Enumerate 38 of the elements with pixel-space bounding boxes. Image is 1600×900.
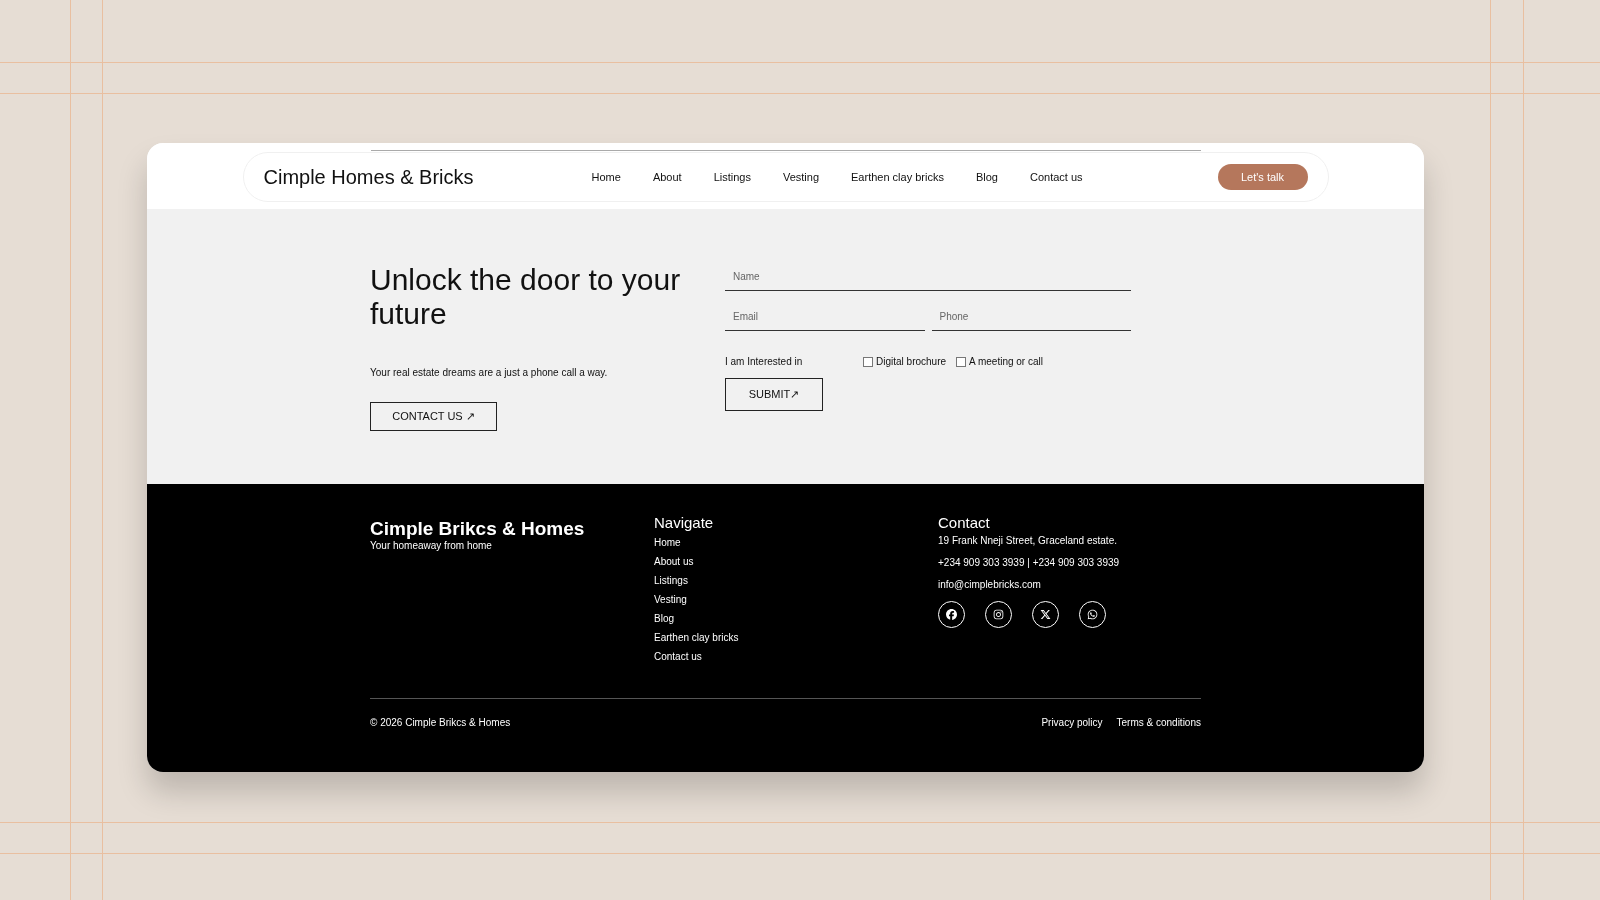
- hero-subtitle: Your real estate dreams are a just a phone call a way.: [370, 367, 609, 378]
- nav-link[interactable]: Listings: [713, 171, 751, 183]
- interest-label: I am Interested in: [725, 356, 804, 367]
- email-field[interactable]: Email: [725, 303, 925, 331]
- nav-link[interactable]: Home: [591, 171, 621, 183]
- legal-link[interactable]: Terms & conditions: [1116, 717, 1201, 728]
- footer-link[interactable]: Earthen clay bricks: [654, 632, 938, 643]
- footer-link[interactable]: About us: [654, 556, 938, 567]
- phone-field[interactable]: Phone: [931, 303, 1131, 331]
- phone-numbers: +234 909 303 3939 | +234 909 303 3939: [938, 557, 1121, 568]
- checkbox-label[interactable]: A meeting or call: [969, 356, 1043, 367]
- hero-title: Unlock the door to your future: [370, 263, 682, 331]
- logo[interactable]: Cimple Homes & Bricks: [263, 165, 474, 189]
- contact-heading: Contact: [938, 514, 991, 531]
- email-address: info@cimplebricks.com: [938, 579, 1042, 590]
- footer-link[interactable]: Listings: [654, 575, 938, 586]
- nav-link[interactable]: Earthen clay bricks: [851, 171, 944, 183]
- footer-brand: Cimple Brikcs & Homes: [370, 518, 586, 540]
- navigate-heading: Navigate: [654, 514, 715, 531]
- copyright: © 2026 Cimple Brikcs & Homes: [370, 717, 511, 728]
- footer-link[interactable]: Blog: [654, 613, 938, 624]
- footer-link[interactable]: Home: [654, 537, 938, 548]
- nav-link[interactable]: Vesting: [782, 171, 820, 183]
- legal-link[interactable]: Privacy policy: [1041, 717, 1103, 728]
- footer-link[interactable]: Vesting: [654, 594, 938, 605]
- checkbox-label[interactable]: Digital brochure: [876, 356, 947, 367]
- contact-us-button[interactable]: CONTACT US ↗: [370, 402, 497, 431]
- checkbox[interactable]: [956, 356, 967, 367]
- submit-button[interactable]: SUBMIT↗: [725, 378, 823, 411]
- address: 19 Frank Nneji Street, Graceland estate.: [938, 535, 1118, 546]
- checkbox[interactable]: [863, 356, 873, 367]
- nav-link[interactable]: Contact us: [1030, 171, 1083, 183]
- name-field[interactable]: Name: [725, 263, 1131, 291]
- footer-link[interactable]: Contact us: [654, 651, 938, 662]
- nav-link[interactable]: About: [652, 171, 682, 183]
- nav-link[interactable]: Blog: [975, 171, 998, 183]
- lets-talk-button[interactable]: Let's talk: [1217, 164, 1308, 190]
- footer-tagline: Your homeaway from home: [370, 540, 493, 551]
